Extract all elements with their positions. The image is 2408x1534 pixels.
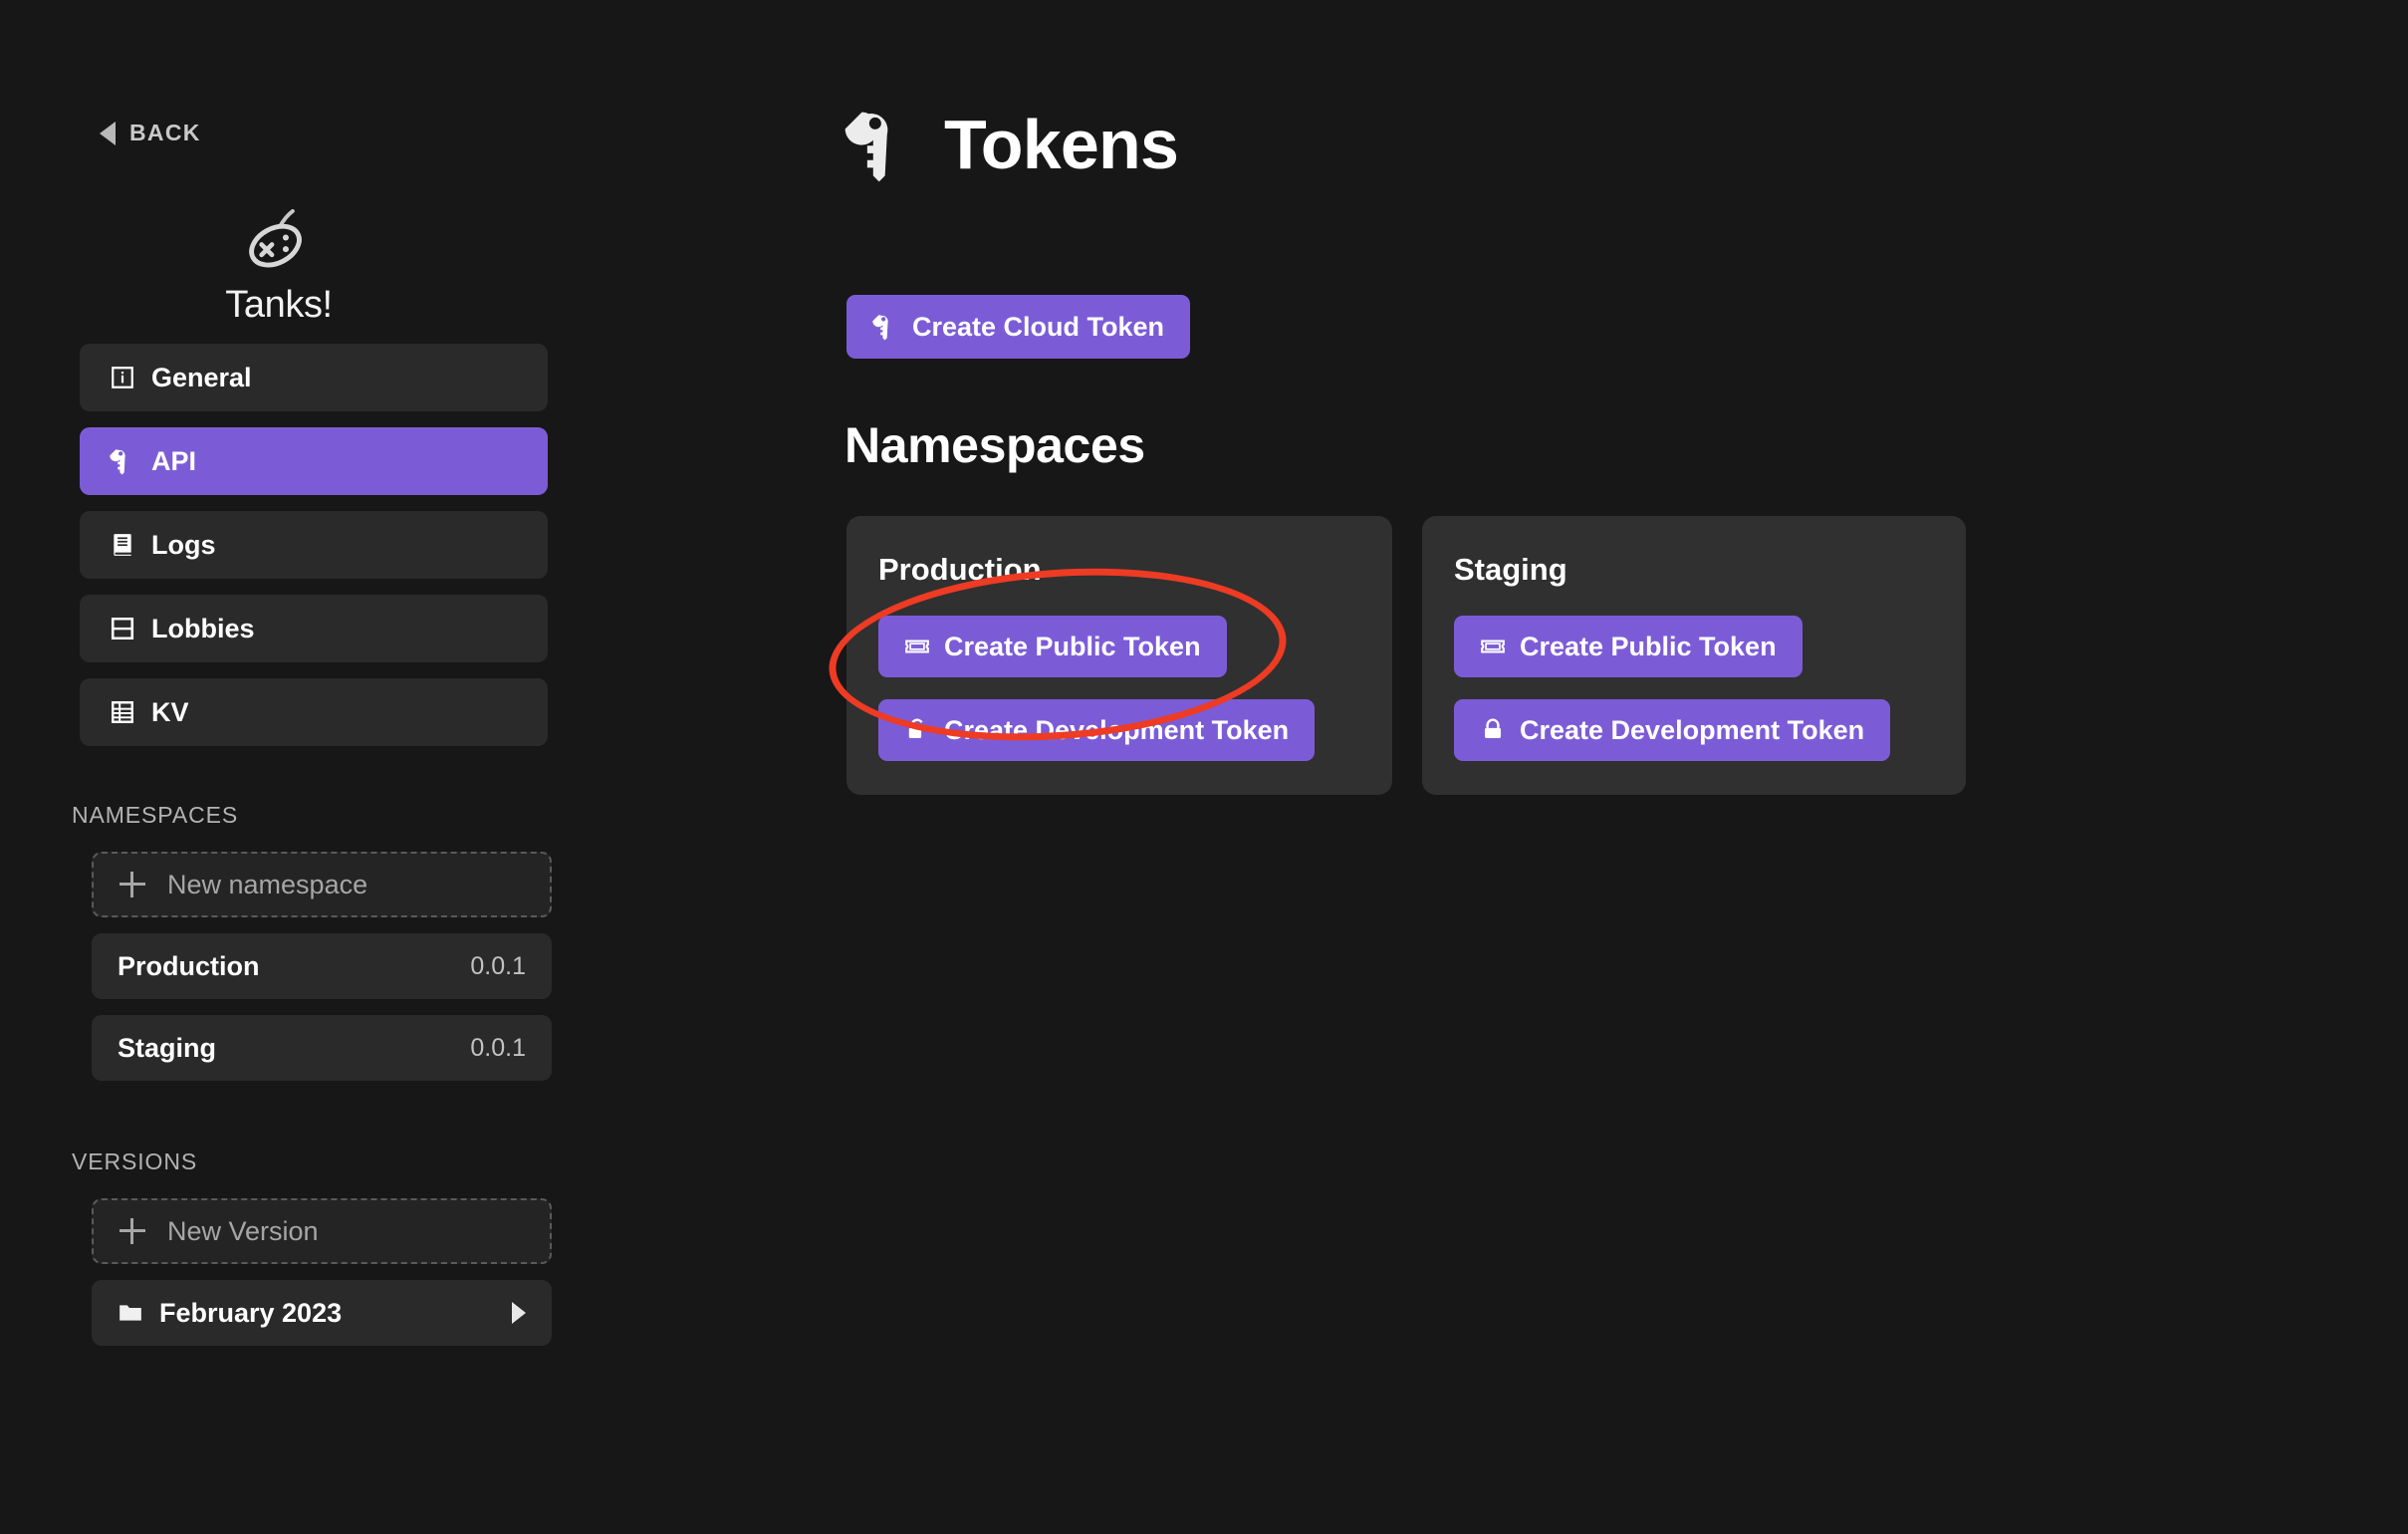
table-icon — [112, 701, 133, 723]
button-label: Create Public Token — [944, 631, 1201, 661]
card-title: Staging — [1454, 552, 1567, 587]
sidebar-item-api[interactable]: API — [80, 427, 548, 495]
versions-section-heading: VERSIONS — [72, 1149, 198, 1174]
sidebar-item-lobbies[interactable]: Lobbies — [80, 595, 548, 662]
book-icon — [114, 534, 131, 556]
sidebar: BACK Tanks! General API Logs Lobbies KV … — [0, 0, 558, 1534]
sidebar-item-kv[interactable]: KV — [80, 678, 548, 746]
info-square-icon — [112, 367, 133, 388]
sidebar-item-label: API — [151, 445, 197, 476]
namespaces-section-heading: NAMESPACES — [72, 802, 239, 828]
game-header: Tanks! — [0, 204, 558, 327]
create-development-token-button-production[interactable]: Create Development Token — [878, 699, 1316, 761]
namespaces-heading: Namespaces — [844, 417, 1145, 473]
sidebar-item-logs[interactable]: Logs — [80, 511, 548, 579]
lock-icon — [1484, 718, 1502, 739]
version-name: February 2023 — [159, 1297, 343, 1328]
create-cloud-token-button[interactable]: Create Cloud Token — [846, 295, 1191, 359]
new-version-label: New Version — [167, 1215, 319, 1246]
create-cloud-token-label: Create Cloud Token — [912, 311, 1165, 342]
button-label: Create Public Token — [1520, 631, 1777, 661]
main-content: Tokens Create Cloud Token Namespaces Pro… — [844, 0, 2408, 1534]
sidebar-item-label: General — [151, 362, 252, 392]
namespace-item-production[interactable]: Production 0.0.1 — [92, 933, 552, 999]
button-label: Create Development Token — [1520, 714, 1865, 745]
sidebar-item-general[interactable]: General — [80, 344, 548, 411]
namespaces-list: New namespace Production 0.0.1 Staging 0… — [92, 852, 552, 1097]
lock-icon — [908, 718, 923, 739]
chevron-right-icon — [512, 1302, 526, 1324]
triangle-left-icon — [100, 121, 116, 145]
plus-icon — [120, 872, 145, 897]
new-namespace-label: New namespace — [167, 869, 368, 899]
namespace-version: 0.0.1 — [470, 951, 526, 980]
gamepad-icon — [249, 208, 302, 268]
create-public-token-button-production[interactable]: Create Public Token — [878, 616, 1227, 677]
key-icon — [872, 315, 888, 341]
back-label: BACK — [129, 120, 201, 145]
namespace-name: Production — [118, 950, 260, 981]
key-icon — [844, 112, 888, 182]
sidebar-item-label: Lobbies — [151, 613, 255, 643]
versions-list: New Version February 2023 — [92, 1198, 552, 1362]
button-label: Create Development Token — [944, 714, 1290, 745]
page-title: Tokens — [944, 106, 1179, 183]
namespace-name: Staging — [118, 1032, 216, 1063]
card-title: Production — [878, 552, 1042, 587]
create-development-token-button-staging[interactable]: Create Development Token — [1454, 699, 1891, 761]
back-button[interactable]: BACK — [100, 120, 201, 146]
version-item-february-2023[interactable]: February 2023 — [92, 1280, 552, 1346]
key-icon — [110, 449, 125, 475]
new-namespace-button[interactable]: New namespace — [92, 852, 552, 917]
new-version-button[interactable]: New Version — [92, 1198, 552, 1264]
tokens-page: BACK Tanks! General API Logs Lobbies KV … — [0, 0, 2408, 1534]
namespace-item-staging[interactable]: Staging 0.0.1 — [92, 1015, 552, 1081]
plus-icon — [120, 1218, 145, 1244]
sidebar-item-label: Logs — [151, 529, 216, 560]
create-public-token-button-staging[interactable]: Create Public Token — [1454, 616, 1803, 677]
page-header: Tokens — [844, 105, 1179, 184]
sidebar-nav: General API Logs Lobbies KV — [80, 344, 548, 762]
folder-icon — [120, 1305, 141, 1321]
namespace-version: 0.0.1 — [470, 1033, 526, 1062]
ticket-icon — [1481, 639, 1505, 653]
window-icon — [111, 617, 134, 640]
namespace-cards: Production Create Public Token Create De… — [846, 516, 1966, 795]
game-title: Tanks! — [225, 284, 333, 326]
namespace-card-staging: Staging Create Public Token Create Devel… — [1422, 516, 1966, 795]
sidebar-item-label: KV — [151, 696, 189, 727]
ticket-icon — [905, 639, 929, 653]
namespace-card-production: Production Create Public Token Create De… — [846, 516, 1392, 795]
